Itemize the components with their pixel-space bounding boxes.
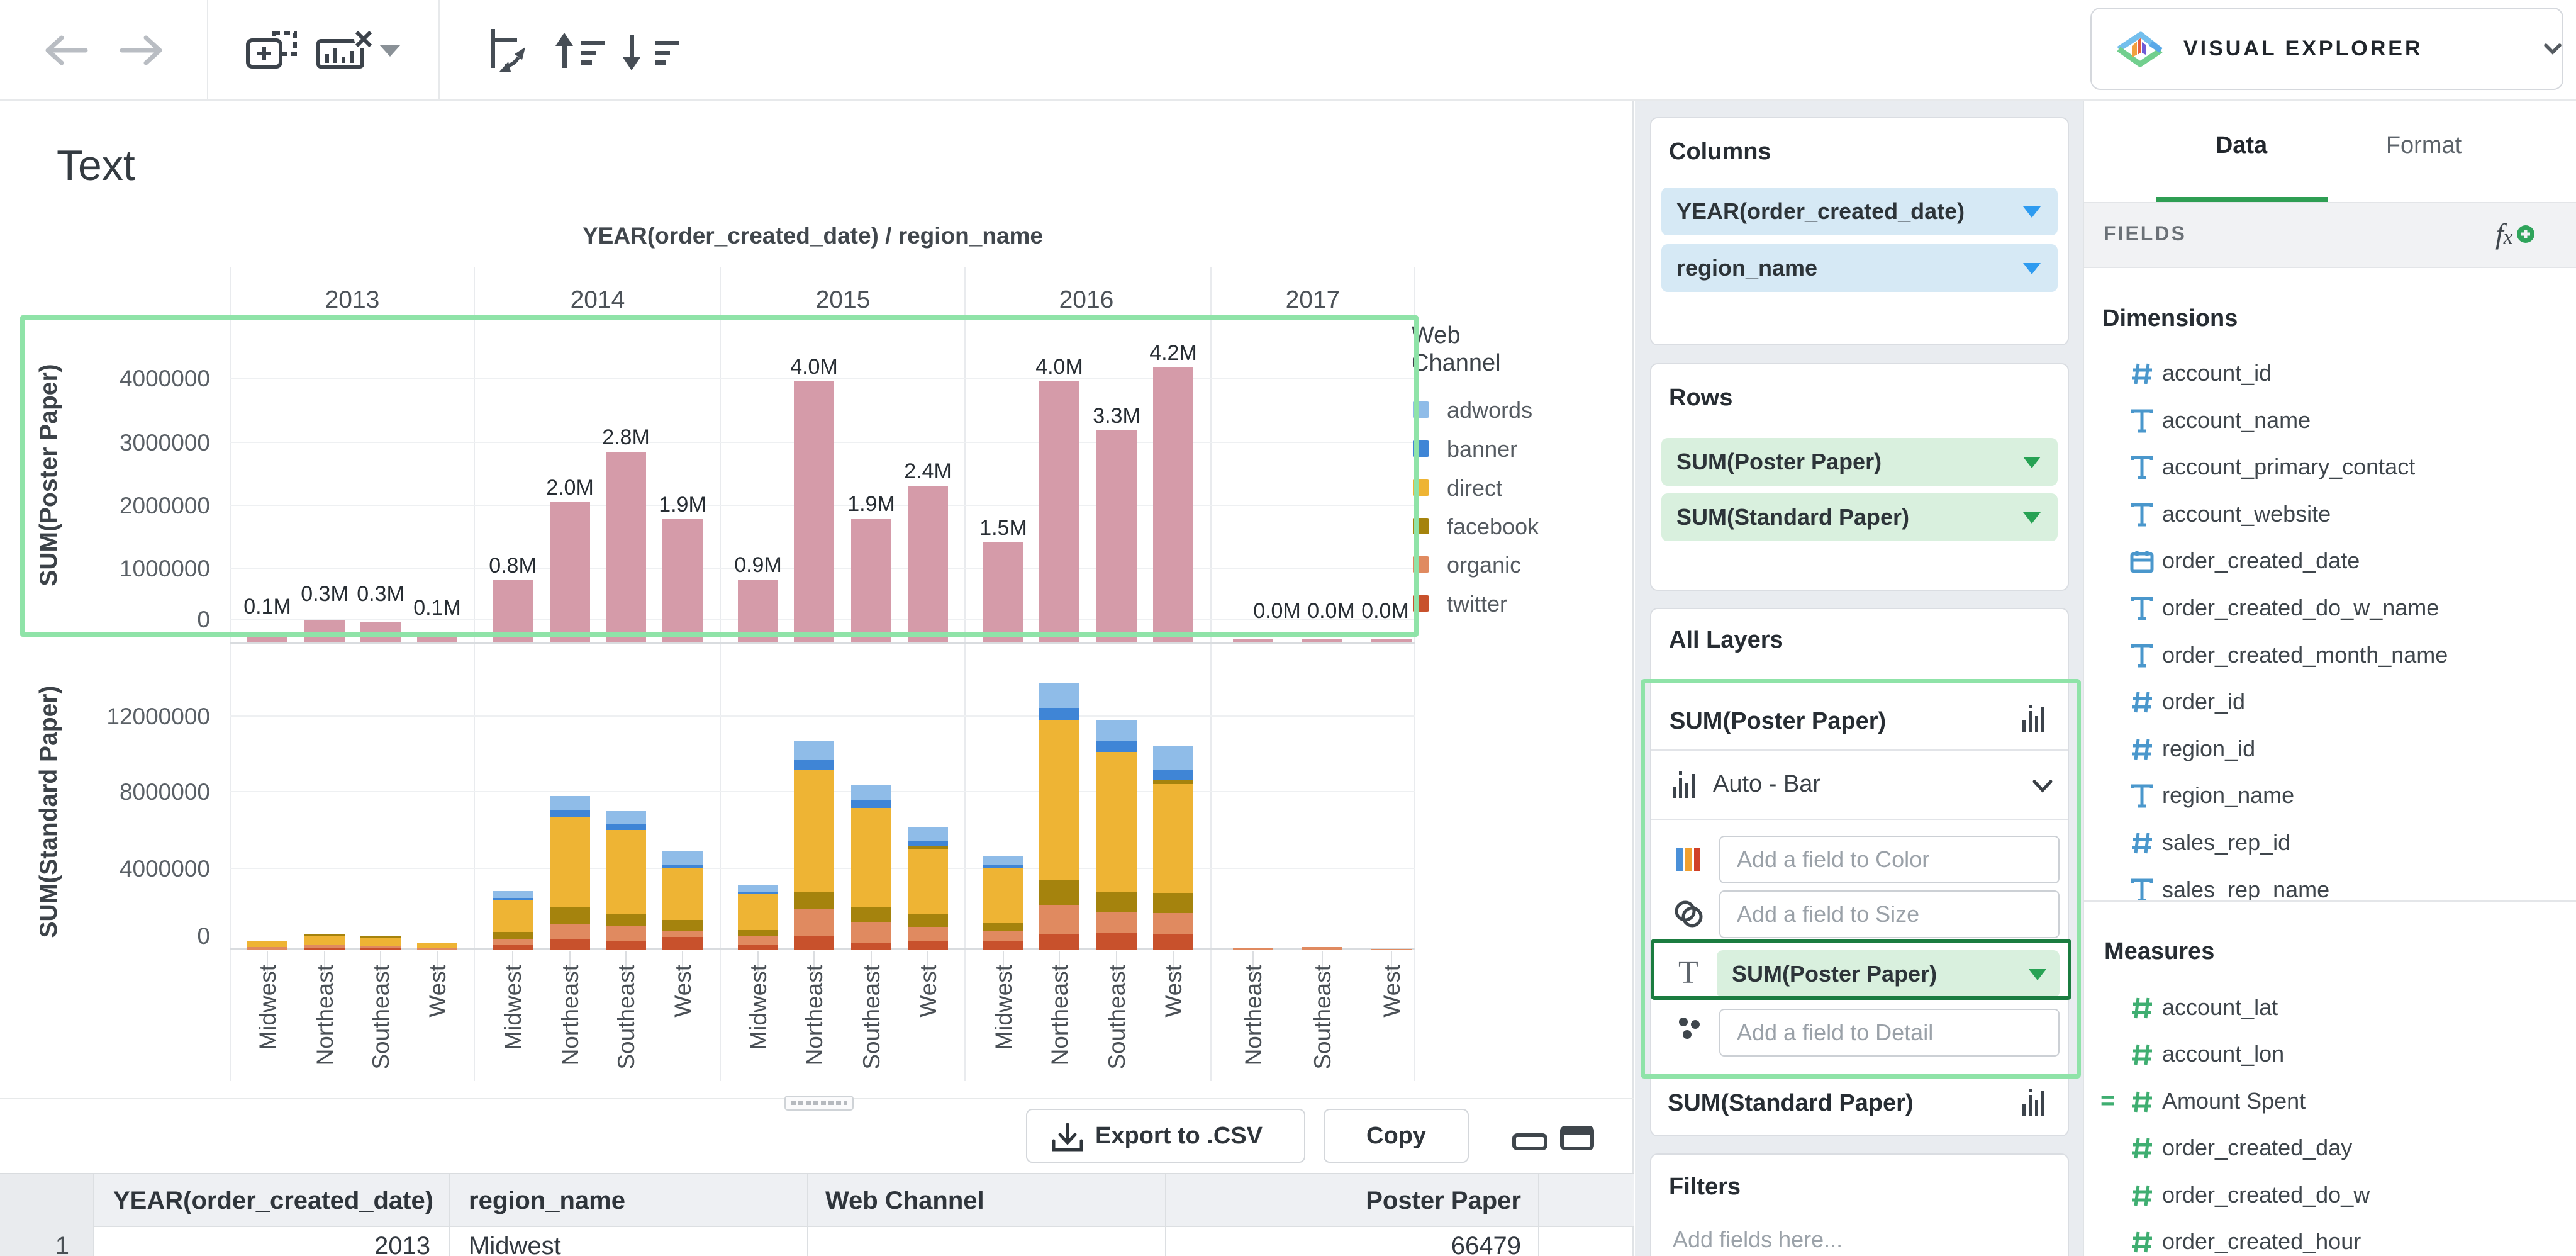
svg-text:twitter: twitter: [1447, 591, 1507, 617]
svg-text:organic: organic: [1447, 552, 1521, 578]
svg-text:4000000: 4000000: [120, 856, 210, 882]
svg-text:West: West: [425, 964, 450, 1017]
svg-text:Northeast: Northeast: [312, 964, 338, 1065]
svg-text:West: West: [915, 964, 941, 1017]
svg-text:SUM(Standard Paper): SUM(Standard Paper): [35, 686, 62, 938]
svg-text:Midwest: Midwest: [745, 964, 771, 1050]
svg-text:Northeast: Northeast: [1047, 964, 1073, 1065]
svg-text:Southeast: Southeast: [368, 964, 394, 1069]
svg-text:Southeast: Southeast: [859, 964, 884, 1069]
svg-text:direct: direct: [1447, 475, 1502, 501]
svg-text:banner: banner: [1447, 436, 1517, 462]
svg-text:adwords: adwords: [1447, 397, 1532, 423]
svg-text:facebook: facebook: [1447, 513, 1539, 539]
svg-text:8000000: 8000000: [120, 779, 210, 805]
svg-text:12000000: 12000000: [106, 704, 210, 729]
svg-text:Midwest: Midwest: [500, 964, 526, 1050]
svg-text:Channel: Channel: [1412, 350, 1501, 376]
svg-text:Web: Web: [1412, 322, 1460, 349]
svg-text:Midwest: Midwest: [255, 964, 281, 1050]
svg-text:Northeast: Northeast: [1241, 964, 1266, 1065]
svg-text:2017: 2017: [1286, 286, 1341, 313]
svg-text:Southeast: Southeast: [1310, 964, 1335, 1069]
svg-text:West: West: [670, 964, 696, 1017]
svg-text:2016: 2016: [1059, 286, 1114, 313]
svg-text:Northeast: Northeast: [557, 964, 583, 1065]
svg-text:Northeast: Northeast: [801, 964, 827, 1065]
svg-text:West: West: [1379, 964, 1405, 1017]
svg-text:Southeast: Southeast: [1104, 964, 1130, 1069]
svg-text:0: 0: [197, 923, 210, 949]
svg-text:2014: 2014: [571, 286, 625, 313]
svg-text:2015: 2015: [816, 286, 871, 313]
svg-text:West: West: [1161, 964, 1186, 1017]
svg-text:2013: 2013: [325, 286, 380, 313]
svg-text:YEAR(order_created_date) / reg: YEAR(order_created_date) / region_name: [583, 223, 1043, 249]
svg-text:Southeast: Southeast: [613, 964, 639, 1069]
svg-text:Midwest: Midwest: [991, 964, 1017, 1050]
